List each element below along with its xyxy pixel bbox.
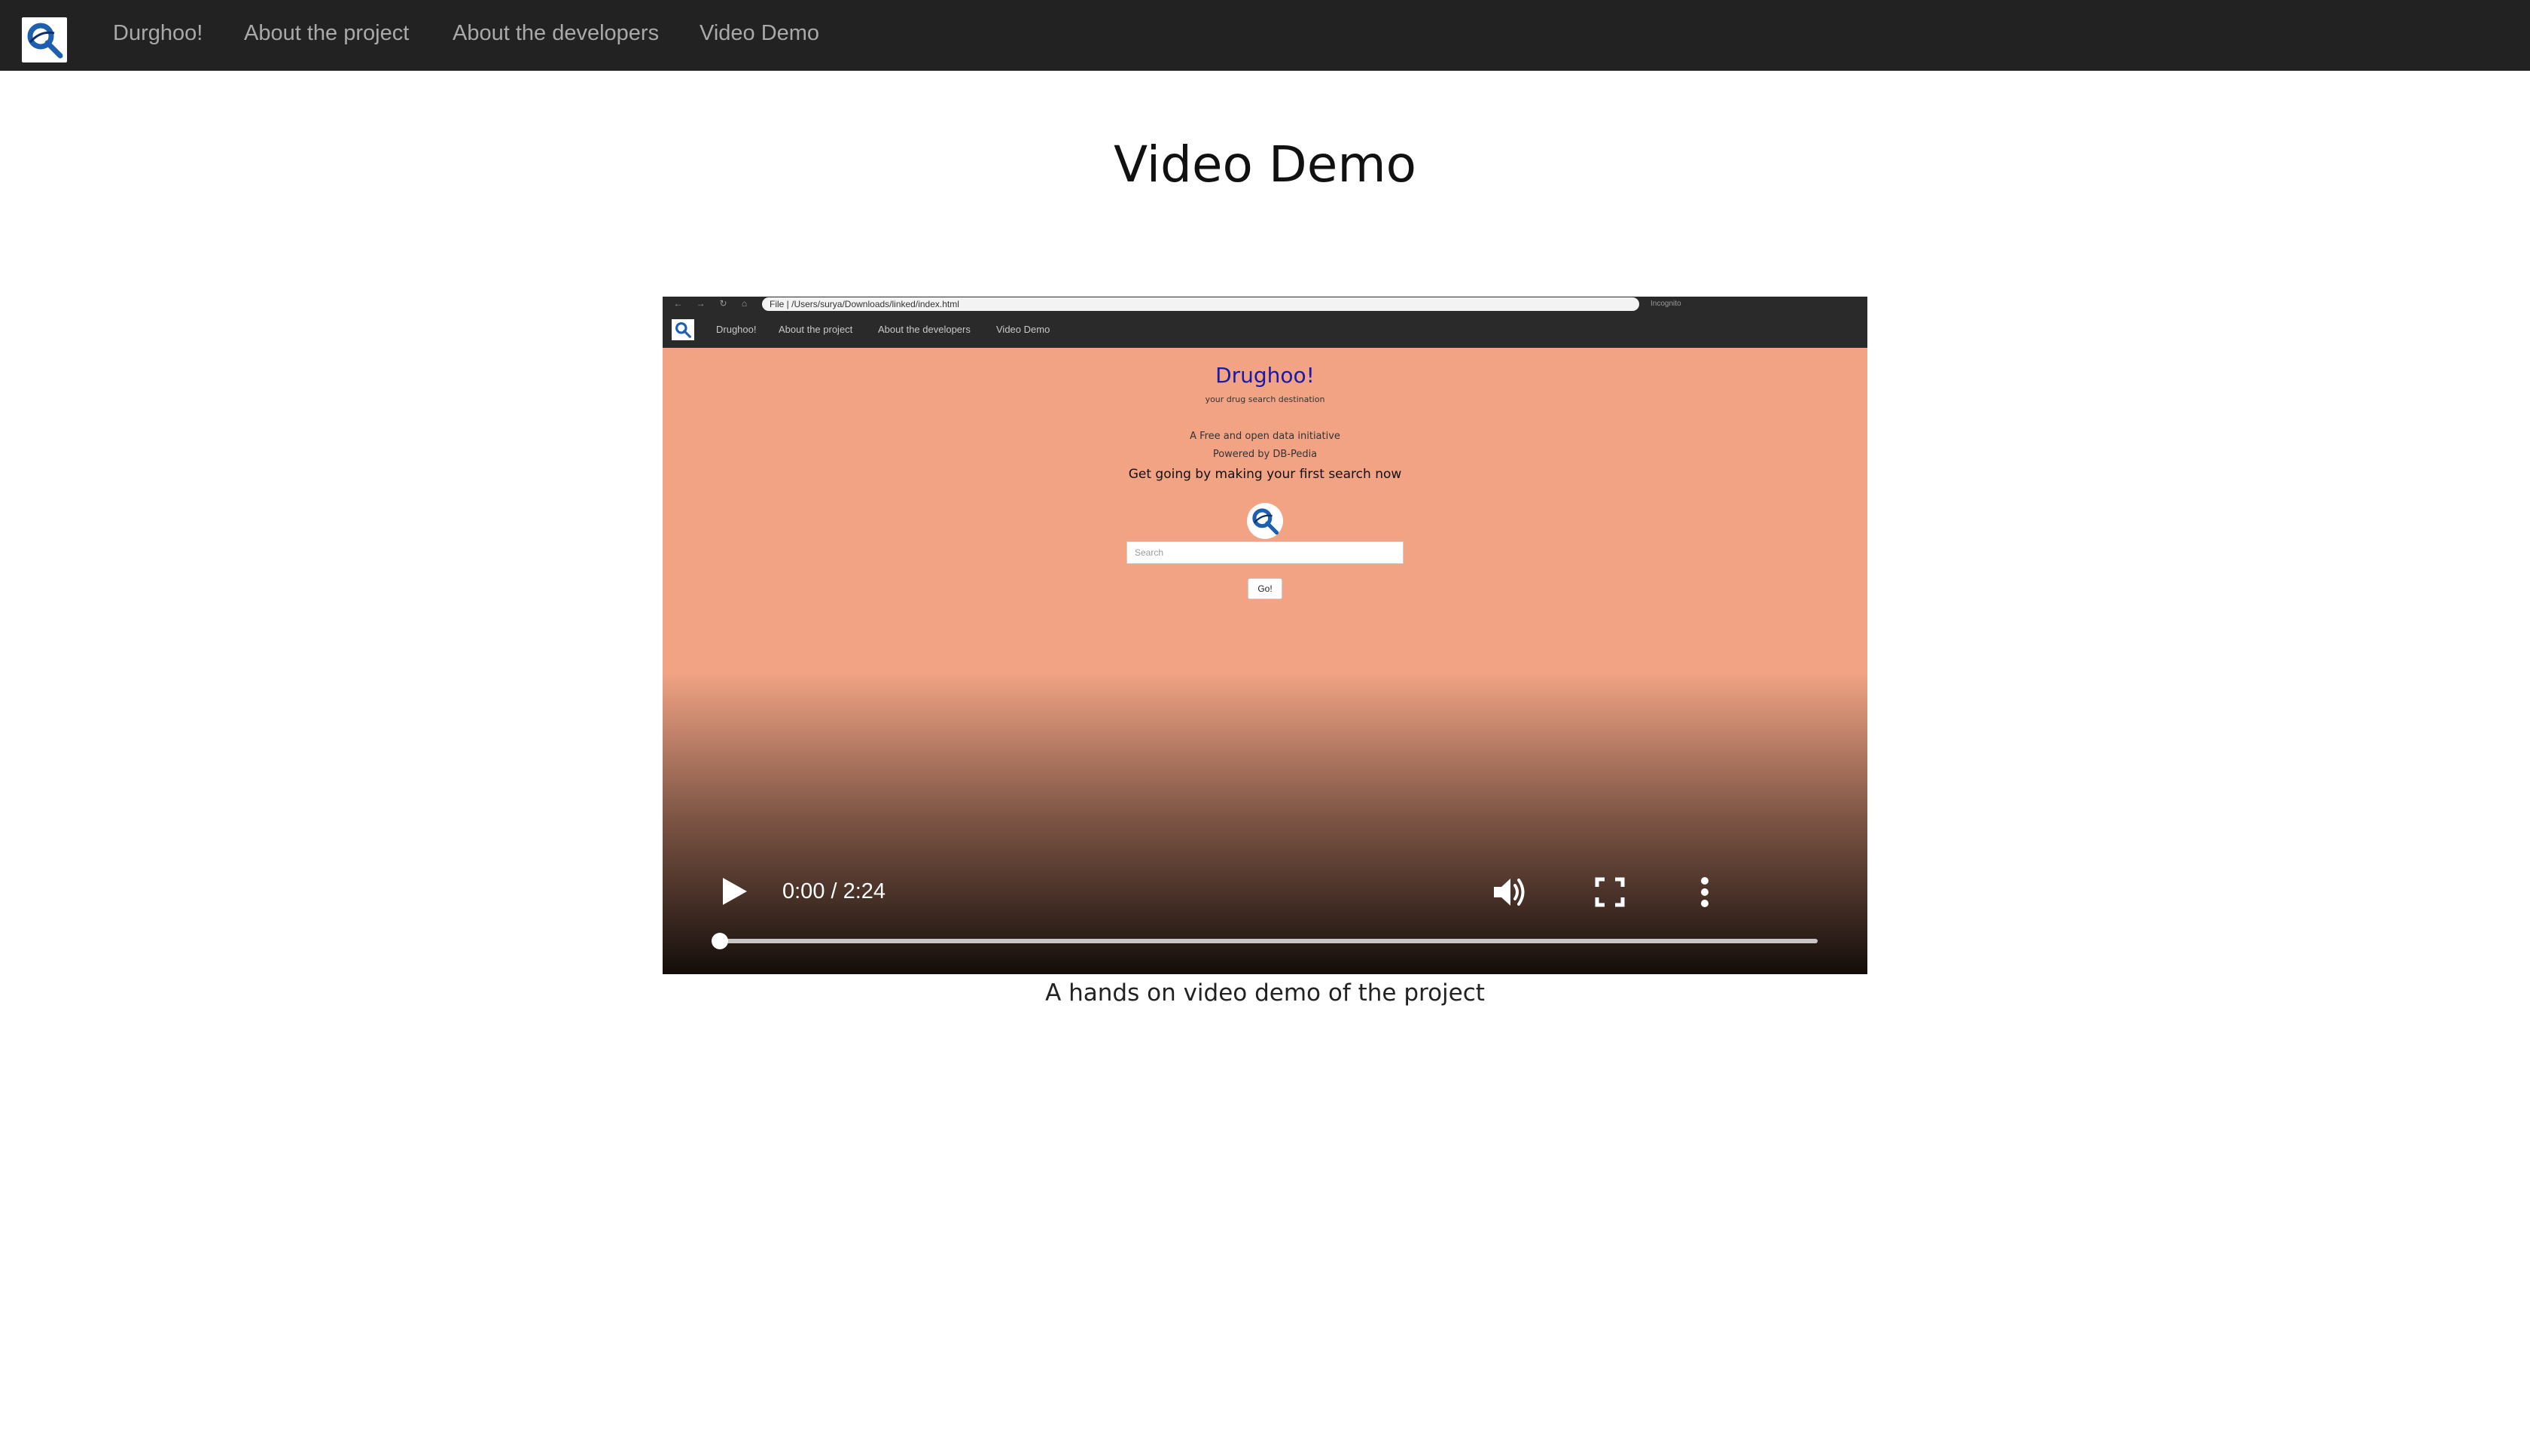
video-frame-line: Powered by DB-Pedia (1212, 449, 1318, 460)
nav-link-durghoo[interactable]: Durghoo! (113, 20, 203, 47)
video-frame-go-button: Go! (1248, 578, 1282, 599)
progress-bar[interactable] (712, 933, 1818, 949)
video-frame-reload-icon: ↻ (719, 298, 727, 309)
video-frame-search-logo-icon (1247, 503, 1283, 539)
page-title: Video Demo (1114, 136, 1416, 193)
nav-link-video-demo[interactable]: Video Demo (700, 20, 819, 47)
video-frame-browser-bar: ← → ↻ ⌂ File | /Users/surya/Downloads/li… (663, 297, 1867, 312)
video-frame-subtitle: your drug search destination (1205, 394, 1325, 404)
play-icon[interactable] (717, 875, 750, 908)
time-readout: 0:00 / 2:24 (782, 879, 886, 903)
video-frame-nav-link: Drughoo! (716, 324, 757, 335)
video-frame-incognito-label: Incognito (1651, 300, 1681, 308)
more-options-icon[interactable] (1686, 873, 1724, 911)
magnifier-logo-icon (27, 23, 63, 59)
video-frame-nav-link: Video Demo (996, 324, 1050, 335)
fullscreen-icon[interactable] (1591, 873, 1629, 911)
video-frame-search-field: Search (1126, 541, 1404, 564)
video-frame-back-icon: ← (673, 298, 683, 309)
video-frame-forward-icon: → (696, 298, 706, 309)
video-frame-home-icon: ⌂ (741, 298, 748, 309)
video-frame-title: Drughoo! (1215, 363, 1315, 388)
nav-link-about-project[interactable]: About the project (244, 20, 409, 47)
progress-thumb[interactable] (712, 933, 728, 949)
nav-link-about-developers[interactable]: About the developers (453, 20, 659, 47)
navbar: Durghoo! About the project About the dev… (0, 0, 2530, 71)
video-frame-logo-icon (672, 319, 694, 340)
video-frame-line: A Free and open data initiative (1190, 431, 1340, 442)
brand-logo[interactable] (22, 17, 67, 62)
video-caption: A hands on video demo of the project (1045, 979, 1485, 1007)
volume-icon[interactable] (1491, 873, 1529, 911)
video-frame-navbar: Drughoo! About the project About the dev… (663, 312, 1867, 348)
video-frame-line: Get going by making your first search no… (1128, 467, 1402, 482)
video-frame-url: File | /Users/surya/Downloads/linked/ind… (762, 297, 1639, 311)
video-frame-nav-link: About the project (779, 324, 853, 335)
video-controls-shade (663, 673, 1867, 974)
video-frame-nav-link: About the developers (878, 324, 971, 335)
video-player[interactable]: ← → ↻ ⌂ File | /Users/surya/Downloads/li… (663, 297, 1867, 974)
